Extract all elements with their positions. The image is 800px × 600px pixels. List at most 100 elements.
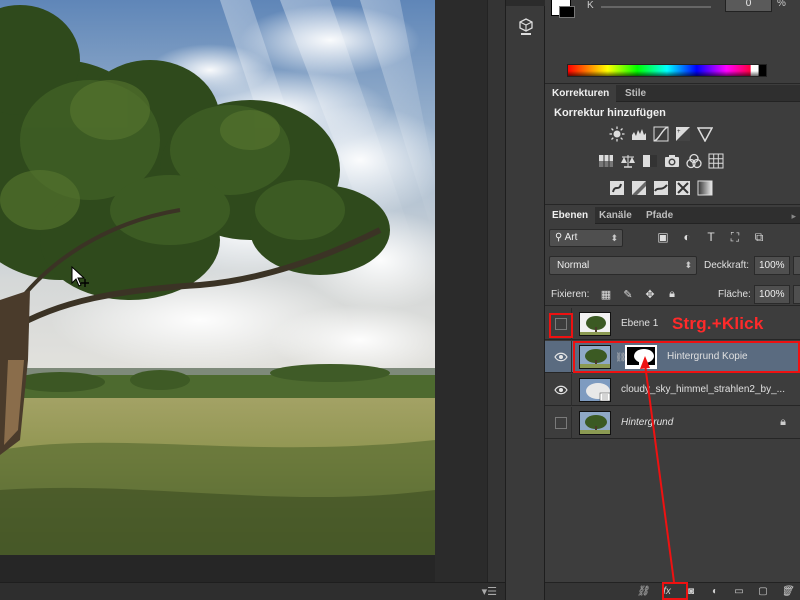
blend-mode-value: Normal <box>557 260 590 271</box>
invert-icon[interactable] <box>608 179 625 196</box>
filter-smartobject-icon[interactable]: ⧉ <box>751 229 767 245</box>
tab-stile[interactable]: Stile <box>618 85 653 102</box>
color-panel: K 0 % <box>545 0 800 84</box>
layer-thumbnail <box>579 345 611 369</box>
right-panels: K 0 % Korrekturen Stile Korrektur hinzuf… <box>545 0 800 600</box>
tab-korrekturen[interactable]: Korrekturen <box>545 85 617 102</box>
filter-shape-icon[interactable]: ⛶ <box>727 229 743 245</box>
layer-thumbnail <box>579 312 611 336</box>
opacity-label: Deckkraft: <box>704 260 750 271</box>
background-color-swatch[interactable] <box>559 6 575 18</box>
layer-name[interactable]: Hintergrund <box>621 407 741 439</box>
exposure-icon[interactable]: + <box>674 125 691 142</box>
blend-row: Normal ⬍ Deckkraft: 100% <box>545 253 800 277</box>
channel-unit: % <box>777 0 786 9</box>
visibility-toggle[interactable] <box>550 308 572 340</box>
curves-icon[interactable] <box>652 125 669 142</box>
tab-kanaele[interactable]: Kanäle <box>592 207 639 224</box>
visibility-toggle[interactable] <box>550 407 572 439</box>
lock-row: Fixieren: ▦ ✎ ✥ 🔒︎ Fläche: 100% <box>545 282 800 306</box>
black-white-icon[interactable] <box>641 152 658 169</box>
annotation-label: Strg.+Klick <box>672 314 764 333</box>
panel-menu-icon[interactable]: ▾☰ <box>482 585 497 598</box>
fill-stepper[interactable] <box>793 285 800 304</box>
photo-filter-icon[interactable] <box>663 152 680 169</box>
eye-icon <box>553 385 568 395</box>
visibility-off-box <box>554 318 567 330</box>
adjustment-layer-icon[interactable]: ◐ <box>708 584 722 599</box>
search-icon: ⚲ <box>555 232 565 243</box>
lock-label: Fixieren: <box>551 289 590 300</box>
panel-dock-strip <box>505 0 546 600</box>
tab-pfade[interactable]: Pfade <box>639 207 680 224</box>
channel-label: K <box>587 0 594 11</box>
filter-kind-select[interactable]: ⚲ Art ⬍ <box>549 229 623 247</box>
filter-kind-value: Art <box>564 232 578 243</box>
layer-filter-row: ⚲ Art ⬍ ▣ ◐ T ⛶ ⧉ <box>545 225 800 250</box>
vibrance-icon[interactable] <box>696 125 713 142</box>
channel-mixer-icon[interactable] <box>685 152 702 169</box>
lock-all-icon[interactable]: 🔒︎ <box>665 287 679 301</box>
filter-pixel-icon[interactable]: ▣ <box>655 229 671 245</box>
delete-layer-icon[interactable]: 🗑︎ <box>780 584 794 599</box>
layer-name[interactable]: cloudy_sky_himmel_strahlen2_by_... <box>621 374 791 406</box>
chevron-updown-icon: ⬍ <box>610 233 618 243</box>
levels-icon[interactable] <box>630 125 647 142</box>
adjustments-tabbar: Korrekturen Stile <box>545 85 800 102</box>
lock-image-icon[interactable]: ✎ <box>621 287 635 301</box>
opacity-stepper[interactable] <box>793 256 800 275</box>
color-lookup-icon[interactable] <box>707 152 724 169</box>
channel-value-field[interactable]: 0 <box>725 0 772 12</box>
layer-list: Ebene 1 ⛓ Hintergrund Kopie cloudy_sky_h… <box>545 308 800 580</box>
new-layer-icon[interactable]: ▢ <box>756 584 770 599</box>
new-group-icon[interactable]: ▭ <box>732 584 746 599</box>
3d-panel-icon[interactable] <box>514 14 538 40</box>
threshold-icon[interactable] <box>652 179 669 196</box>
gradient-map-icon[interactable] <box>696 179 713 196</box>
layer-thumbnail <box>579 411 611 435</box>
add-mask-icon[interactable]: ◙ <box>684 584 698 599</box>
opacity-field[interactable]: 100% <box>754 256 790 275</box>
layers-footer: ⛓ fx ◙ ◐ ▭ ▢ 🗑︎ <box>545 582 800 600</box>
svg-text:+: + <box>677 129 681 135</box>
posterize-icon[interactable] <box>630 179 647 196</box>
layer-row[interactable]: cloudy_sky_himmel_strahlen2_by_... <box>545 374 800 406</box>
status-bar: ▾☰ <box>0 582 505 600</box>
panel-menu-icon[interactable]: ▸ <box>791 211 796 222</box>
adjustments-panel: Korrektur hinzufügen + <box>545 102 800 205</box>
blend-mode-select[interactable]: Normal ⬍ <box>549 256 697 275</box>
layer-row[interactable]: Hintergrund 🔒︎ <box>545 407 800 439</box>
fx-icon[interactable]: fx <box>660 584 674 599</box>
lock-position-icon[interactable]: ✥ <box>643 287 657 301</box>
vertical-scrollbar[interactable] <box>487 0 505 582</box>
fill-field[interactable]: 100% <box>754 285 790 304</box>
chevron-updown-icon: ⬍ <box>684 260 692 270</box>
visibility-toggle[interactable] <box>550 374 572 406</box>
layer-mask-thumbnail[interactable] <box>625 345 657 369</box>
landscape-photo <box>0 0 435 555</box>
document-image[interactable] <box>0 0 435 555</box>
selective-color-icon[interactable] <box>674 179 691 196</box>
layer-name[interactable]: Hintergrund Kopie <box>667 341 787 373</box>
brightness-icon[interactable] <box>608 125 625 142</box>
lock-transparency-icon[interactable]: ▦ <box>599 287 613 301</box>
link-layers-icon[interactable]: ⛓ <box>636 584 650 599</box>
fill-label: Fläche: <box>718 289 751 300</box>
tab-ebenen[interactable]: Ebenen <box>545 207 596 224</box>
color-spectrum-ramp[interactable] <box>567 64 767 77</box>
layer-row-selected[interactable]: ⛓ Hintergrund Kopie <box>545 341 800 373</box>
visibility-toggle[interactable] <box>550 341 572 373</box>
adjustments-heading: Korrektur hinzufügen <box>554 107 666 119</box>
filter-adjustment-icon[interactable]: ◐ <box>679 229 695 245</box>
channel-slider[interactable] <box>601 6 711 8</box>
document-canvas-area[interactable] <box>0 0 505 582</box>
color-balance-icon[interactable] <box>619 152 636 169</box>
layer-thumbnail <box>579 378 611 402</box>
move-cursor-icon <box>71 265 89 287</box>
hue-saturation-icon[interactable] <box>597 152 614 169</box>
visibility-off-box <box>554 417 567 429</box>
eye-icon <box>553 352 568 362</box>
layer-lock-icon: 🔒︎ <box>780 416 786 428</box>
layers-tabbar: Ebenen Kanäle Pfade ▸ <box>545 207 800 224</box>
filter-type-icon[interactable]: T <box>703 229 719 245</box>
